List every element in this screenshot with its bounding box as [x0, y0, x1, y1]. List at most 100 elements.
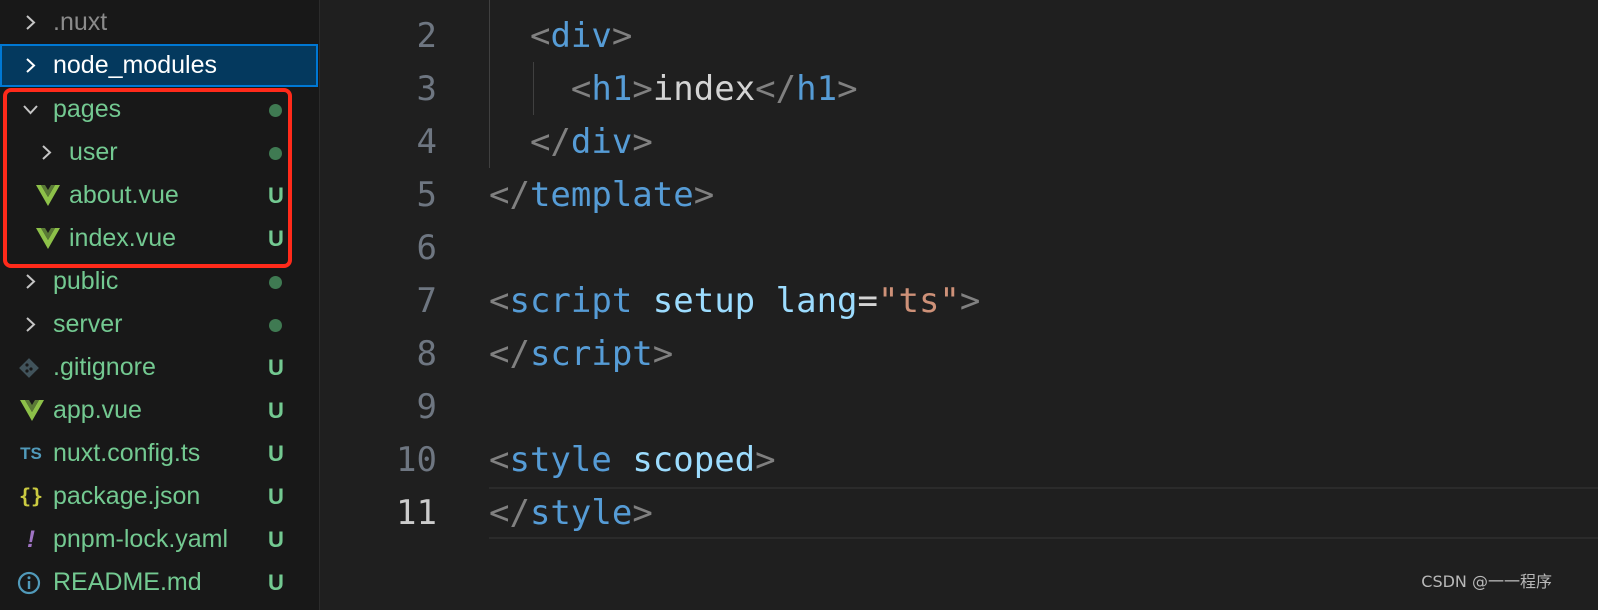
code-line[interactable]: 6: [321, 222, 1598, 275]
code-text: <style scoped>: [489, 434, 776, 487]
code-token: <: [529, 16, 551, 56]
code-token: >: [632, 493, 653, 533]
code-line[interactable]: 10 <style scoped>: [321, 434, 1598, 487]
code-token: index: [652, 69, 756, 109]
code-token: <: [489, 440, 510, 480]
code-token: script: [509, 281, 633, 321]
chevron-right-icon: [22, 14, 39, 31]
line-number: 3: [416, 69, 437, 109]
code-text: <div>: [489, 10, 632, 63]
tree-item-label: .gitignore: [53, 353, 156, 381]
tree-item-label: package.json: [53, 482, 201, 510]
tree-item-label: nuxt.config.ts: [53, 439, 201, 467]
json-icon: {}: [18, 484, 44, 508]
code-token: setup: [652, 281, 756, 321]
code-token: </: [755, 69, 797, 109]
vue-icon: [18, 389, 46, 432]
tree-item-server-folder[interactable]: server: [0, 303, 318, 346]
git-untracked-badge: U: [268, 441, 284, 466]
line-number: 11: [396, 493, 437, 533]
code-text: <script setup lang="ts">: [489, 275, 980, 328]
vscode-window: .nuxt node_modules pages user about.vue …: [0, 0, 1598, 610]
tree-item-label: app.vue: [53, 396, 142, 424]
tree-item-label: pnpm-lock.yaml: [53, 525, 229, 553]
code-token: =: [857, 281, 879, 321]
tree-item-package-json[interactable]: {} package.json U: [0, 475, 318, 518]
code-token: h1: [796, 69, 838, 109]
code-text: </script>: [489, 328, 673, 381]
code-text: <h1>index</h1>: [489, 63, 858, 116]
code-token: style: [509, 440, 612, 480]
code-line[interactable]: 9: [321, 381, 1598, 434]
code-token: div: [570, 122, 633, 162]
code-text: </div>: [489, 116, 653, 169]
code-token: lang: [775, 281, 858, 321]
line-number: 7: [416, 281, 437, 321]
line-number: 2: [416, 16, 437, 56]
code-token: div: [550, 16, 612, 56]
git-untracked-badge: U: [268, 570, 284, 595]
git-icon: [16, 346, 44, 389]
code-token: "ts": [878, 281, 960, 321]
info-icon: [16, 561, 44, 604]
file-explorer: .nuxt node_modules pages user about.vue …: [0, 0, 320, 610]
code-token: script: [529, 334, 653, 374]
chevron-right-icon: [22, 316, 39, 333]
code-token: template: [529, 175, 694, 215]
git-untracked-badge: U: [268, 484, 284, 509]
git-untracked-badge: U: [268, 355, 284, 380]
code-line[interactable]: 2 <div>: [321, 10, 1598, 63]
tree-item-app-vue[interactable]: app.vue U: [0, 389, 318, 432]
code-token: h1: [591, 69, 633, 109]
annotation-highlight-box: [3, 88, 292, 268]
tree-item-nuxt-folder[interactable]: .nuxt: [0, 1, 318, 44]
code-token: >: [837, 69, 858, 109]
code-token: >: [755, 440, 776, 480]
code-line[interactable]: 3 <h1>index</h1>: [321, 63, 1598, 116]
code-line[interactable]: 5 </template>: [321, 169, 1598, 222]
code-text: </template>: [489, 169, 714, 222]
tree-item-node-modules-folder[interactable]: node_modules: [0, 44, 318, 87]
code-token: </: [489, 334, 530, 374]
code-token: >: [611, 16, 633, 56]
code-token: <: [489, 281, 510, 321]
line-number: 10: [396, 440, 437, 480]
code-token: style: [529, 493, 633, 533]
tree-item-label: README.md: [53, 568, 202, 596]
code-token: >: [652, 334, 674, 374]
code-token: </: [529, 122, 571, 162]
code-line[interactable]: 11 </style>: [321, 487, 1598, 540]
yaml-icon: !: [27, 526, 35, 553]
tree-item-label: .nuxt: [53, 8, 108, 36]
watermark: CSDN @一一程序: [1421, 572, 1552, 591]
tree-item-nuxt-config[interactable]: TS nuxt.config.ts U: [0, 432, 318, 475]
code-text: </style>: [489, 487, 653, 540]
git-untracked-badge: U: [268, 398, 284, 423]
code-editor[interactable]: 2 <div> 3 <h1>index</h1> 4 </div> 5 </templa…: [321, 0, 1598, 610]
code-token: </: [489, 175, 530, 215]
code-token: >: [632, 69, 653, 109]
code-token: >: [632, 122, 653, 162]
typescript-icon: TS: [20, 444, 42, 463]
git-modified-dot: [269, 319, 282, 332]
tree-item-gitignore[interactable]: .gitignore U: [0, 346, 318, 389]
tree-item-pnpm-lock[interactable]: ! pnpm-lock.yaml U: [0, 518, 318, 561]
git-untracked-badge: U: [268, 527, 284, 552]
tree-item-label: node_modules: [53, 51, 218, 79]
git-modified-dot: [269, 276, 282, 289]
code-line[interactable]: 4 </div>: [321, 116, 1598, 169]
code-line[interactable]: 8 </script>: [321, 328, 1598, 381]
code-line[interactable]: 7 <script setup lang="ts">: [321, 275, 1598, 328]
code-token: scoped: [632, 440, 756, 480]
chevron-right-icon: [22, 273, 39, 290]
code-token: >: [959, 281, 981, 321]
tree-item-readme[interactable]: README.md U: [0, 561, 318, 604]
line-number: 9: [416, 387, 437, 427]
chevron-right-icon: [22, 57, 39, 74]
